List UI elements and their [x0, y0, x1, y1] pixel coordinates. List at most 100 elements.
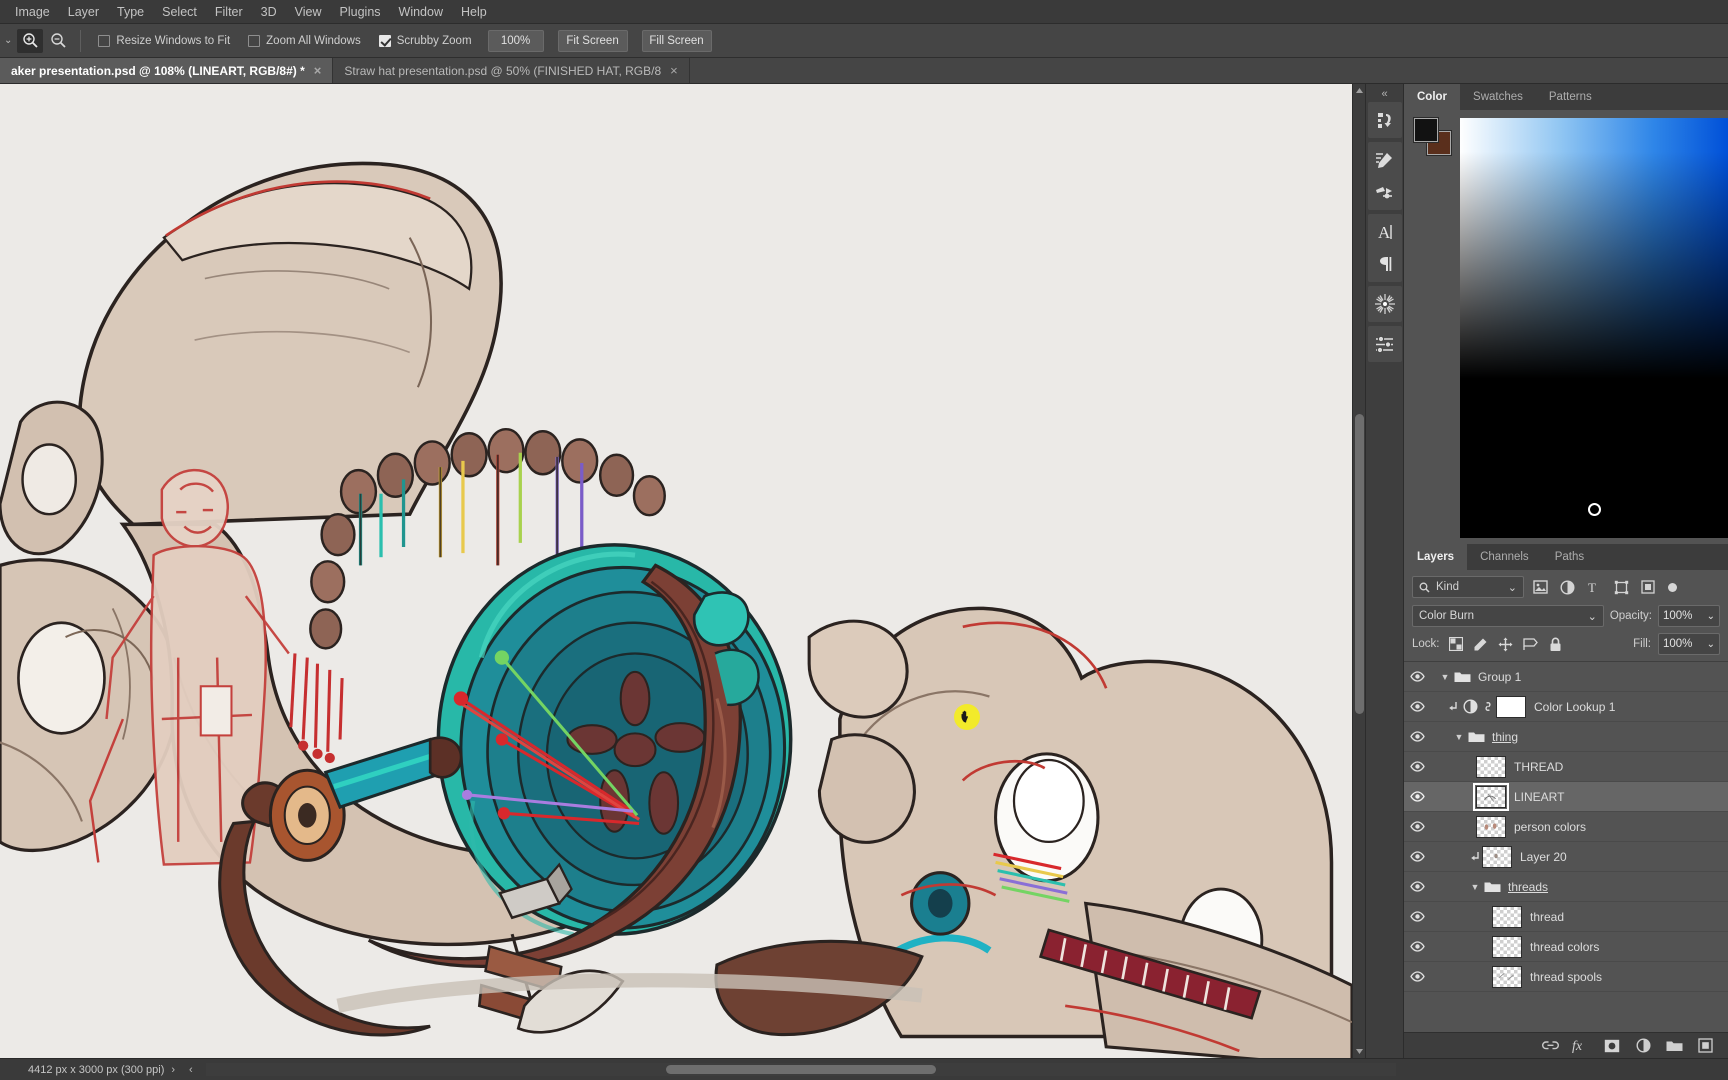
layer-visibility-toggle[interactable]: [1404, 881, 1430, 892]
fit-screen-button[interactable]: Fit Screen: [557, 29, 628, 52]
scrubby-zoom-checkbox[interactable]: Scrubby Zoom: [378, 34, 472, 47]
layer-visibility-toggle[interactable]: [1404, 791, 1430, 802]
adjustment-filter-icon[interactable]: [1556, 576, 1578, 598]
filter-enable-toggle[interactable]: [1668, 582, 1677, 592]
zoom-100-button[interactable]: 100%: [487, 29, 544, 52]
lock-image-pixels-icon[interactable]: [1472, 635, 1490, 653]
new-layer-icon[interactable]: [1696, 1037, 1714, 1055]
layer-visibility-toggle[interactable]: [1404, 821, 1430, 832]
chevron-down-icon[interactable]: ⌄: [1588, 610, 1597, 623]
tool-preset-chevron-icon[interactable]: ⌄: [2, 35, 16, 46]
expand-collapse-icon[interactable]: ▼: [1452, 732, 1466, 742]
lock-transparent-pixels-icon[interactable]: [1447, 635, 1465, 653]
close-icon[interactable]: ×: [670, 64, 678, 77]
menu-item-view[interactable]: View: [286, 2, 331, 22]
menu-item-3d[interactable]: 3D: [252, 2, 286, 22]
layer-style-fx-icon[interactable]: fx: [1572, 1037, 1590, 1055]
layer-row-color-lookup-1[interactable]: Color Lookup 1: [1404, 692, 1728, 722]
layer-visibility-toggle[interactable]: [1404, 761, 1430, 772]
document-canvas[interactable]: [0, 84, 1352, 1058]
zoom-all-windows-checkbox[interactable]: Zoom All Windows: [248, 34, 361, 47]
tab-paths[interactable]: Paths: [1542, 544, 1597, 570]
layer-mask-thumbnail[interactable]: [1496, 695, 1526, 718]
lock-position-icon[interactable]: [1497, 635, 1515, 653]
layer-visibility-toggle[interactable]: [1404, 731, 1430, 742]
chevron-down-icon[interactable]: ⌄: [1707, 639, 1715, 650]
layer-row-person-colors[interactable]: person colors: [1404, 812, 1728, 842]
status-forward-arrow-icon[interactable]: ›: [164, 1064, 182, 1076]
shape-filter-icon[interactable]: [1610, 576, 1632, 598]
blend-mode-select[interactable]: Color Burn ⌄: [1412, 605, 1604, 627]
zoom-in-icon[interactable]: [17, 28, 44, 53]
smart-object-filter-icon[interactable]: [1637, 576, 1659, 598]
collapse-panels-icon[interactable]: «: [1381, 86, 1387, 102]
layer-thumbnail[interactable]: [1476, 755, 1506, 778]
color-spectrum[interactable]: [1460, 118, 1728, 538]
layer-name-lineart[interactable]: LINEART: [1514, 790, 1564, 804]
canvas-horizontal-scrollbar[interactable]: [205, 1063, 1396, 1076]
horizontal-scroll-thumb[interactable]: [665, 1065, 936, 1074]
tab-patterns[interactable]: Patterns: [1536, 84, 1605, 110]
document-tab-lineart[interactable]: aker presentation.psd @ 108% (LINEART, R…: [0, 58, 334, 83]
expand-collapse-icon[interactable]: ▼: [1438, 672, 1452, 682]
layer-row-group-1[interactable]: ▼ Group 1: [1404, 662, 1728, 692]
layer-row-thread-spools[interactable]: thread spools: [1404, 962, 1728, 992]
layer-row-layer-20[interactable]: Layer 20: [1404, 842, 1728, 872]
fill-screen-button[interactable]: Fill Screen: [641, 29, 712, 52]
lock-all-icon[interactable]: [1547, 635, 1565, 653]
layer-row-lineart[interactable]: LINEART: [1404, 782, 1728, 812]
link-layers-icon[interactable]: [1541, 1037, 1559, 1055]
color-spectrum-picker[interactable]: [1588, 503, 1601, 516]
scrubby-zoom-checkbox-box[interactable]: [378, 34, 391, 47]
history-icon[interactable]: [1368, 104, 1402, 136]
layer-name-thread-spools[interactable]: thread spools: [1530, 970, 1602, 984]
layer-name-thread-upper[interactable]: THREAD: [1514, 760, 1563, 774]
layer-visibility-toggle[interactable]: [1404, 971, 1430, 982]
layer-name-thing[interactable]: thing: [1492, 730, 1518, 744]
layer-visibility-toggle[interactable]: [1404, 911, 1430, 922]
document-tab-straw-hat[interactable]: Straw hat presentation.psd @ 50% (FINISH…: [333, 58, 690, 83]
pixel-filter-icon[interactable]: [1529, 576, 1551, 598]
layer-thumbnail[interactable]: [1476, 815, 1506, 838]
layer-name-thread-colors[interactable]: thread colors: [1530, 940, 1599, 954]
new-group-icon[interactable]: [1665, 1037, 1683, 1055]
canvas-vertical-scrollbar[interactable]: [1352, 84, 1365, 1058]
tab-channels[interactable]: Channels: [1467, 544, 1542, 570]
tab-layers[interactable]: Layers: [1404, 544, 1468, 570]
layer-row-thread-colors[interactable]: thread colors: [1404, 932, 1728, 962]
chevron-down-icon[interactable]: ⌄: [1707, 611, 1715, 622]
character-icon[interactable]: A: [1368, 216, 1402, 248]
adjustments-icon[interactable]: [1368, 328, 1402, 360]
foreground-color-swatch[interactable]: [1413, 117, 1439, 143]
layer-visibility-toggle[interactable]: [1404, 851, 1430, 862]
vertical-scroll-thumb[interactable]: [1355, 414, 1364, 714]
expand-collapse-icon[interactable]: ▼: [1468, 882, 1482, 892]
layer-name-group-1[interactable]: Group 1: [1478, 670, 1521, 684]
menu-item-filter[interactable]: Filter: [206, 2, 252, 22]
resize-windows-checkbox-box[interactable]: [98, 34, 111, 47]
status-back-arrow-icon[interactable]: ‹: [182, 1064, 200, 1076]
menu-item-layer[interactable]: Layer: [59, 2, 108, 22]
layer-thumbnail[interactable]: [1492, 905, 1522, 928]
chevron-down-icon[interactable]: ⌄: [1508, 581, 1517, 594]
lock-artboard-icon[interactable]: [1522, 635, 1540, 653]
fill-field[interactable]: 100% ⌄: [1658, 633, 1720, 655]
paragraph-icon[interactable]: [1368, 248, 1402, 280]
opacity-field[interactable]: 100% ⌄: [1658, 605, 1720, 627]
layer-list[interactable]: ▼ Group 1 Color Lookup 1 ▼ thing THREAD …: [1404, 661, 1728, 1032]
close-icon[interactable]: ×: [314, 64, 322, 77]
layer-row-thing[interactable]: ▼ thing: [1404, 722, 1728, 752]
layer-thumbnail[interactable]: [1492, 935, 1522, 958]
scroll-up-arrow-icon[interactable]: [1353, 84, 1365, 97]
zoom-out-icon[interactable]: [45, 29, 71, 53]
layer-name-layer-20[interactable]: Layer 20: [1520, 850, 1567, 864]
layer-thumbnail[interactable]: [1492, 965, 1522, 988]
layer-row-threads-group[interactable]: ▼ threads: [1404, 872, 1728, 902]
layer-name-person-colors[interactable]: person colors: [1514, 820, 1586, 834]
layer-thumbnail[interactable]: [1473, 782, 1509, 811]
resize-windows-to-fit-checkbox[interactable]: Resize Windows to Fit: [98, 34, 230, 47]
layer-name-color-lookup-1[interactable]: Color Lookup 1: [1534, 700, 1615, 714]
brush-settings-icon[interactable]: [1368, 144, 1402, 176]
layer-row-thread[interactable]: thread: [1404, 902, 1728, 932]
menu-item-image[interactable]: Image: [6, 2, 59, 22]
